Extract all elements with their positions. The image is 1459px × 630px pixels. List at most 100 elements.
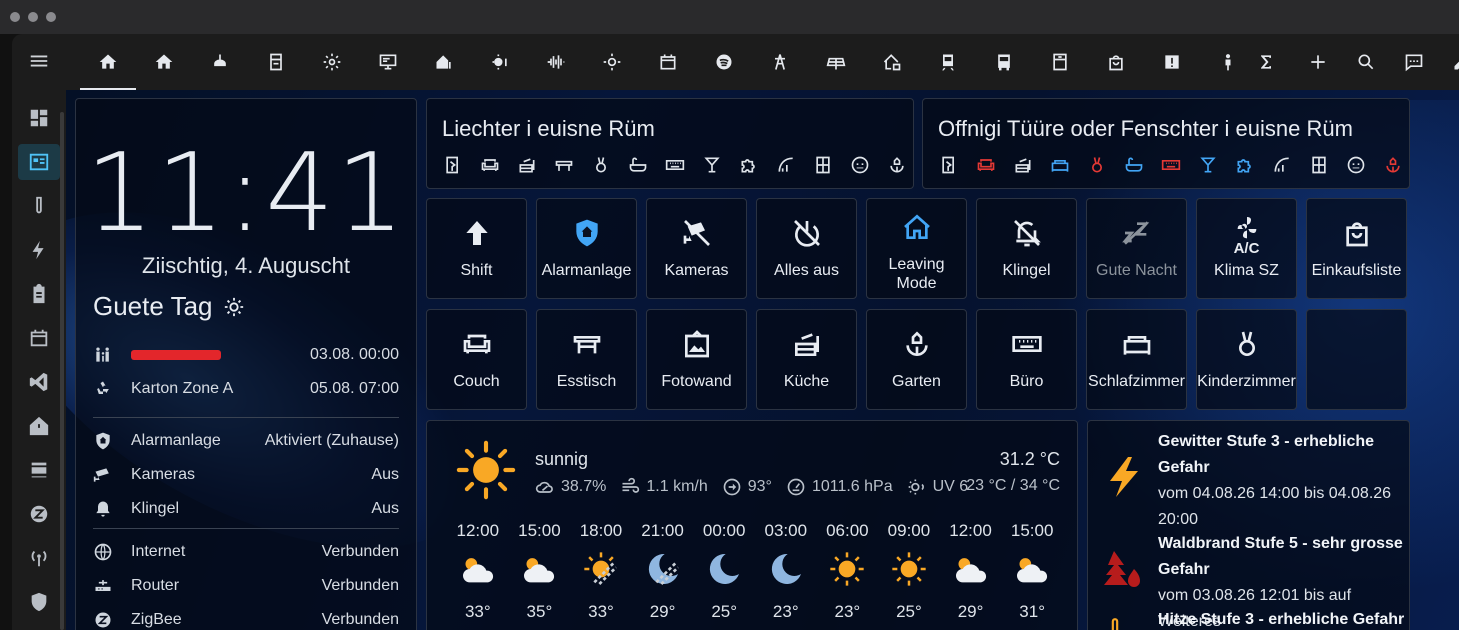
sidebar-item-tests[interactable] — [18, 188, 60, 224]
tab-person[interactable] — [1200, 34, 1256, 90]
maximize-dot[interactable] — [46, 12, 56, 22]
add-button[interactable] — [1294, 34, 1342, 90]
kitchen-button[interactable]: Küche — [756, 309, 857, 410]
warning-item[interactable]: Gewitter Stufe 3 - erhebliche Gefahr vom… — [1158, 429, 1418, 533]
sidebar-item-hass[interactable] — [18, 408, 60, 444]
warning-item[interactable]: Hitze Stufe 3 - erhebliche Gefahr — [1158, 607, 1418, 630]
sidebar-item-network[interactable] — [18, 540, 60, 576]
tab-bus[interactable] — [976, 34, 1032, 90]
tab-waveform[interactable] — [528, 34, 584, 90]
bedroom-button[interactable]: Schlafzimmer — [1086, 309, 1187, 410]
keyboard-icon[interactable] — [665, 155, 685, 175]
tab-home[interactable] — [80, 34, 136, 90]
sofa-icon[interactable] — [976, 155, 996, 175]
cameras-button[interactable]: Kameras — [646, 198, 747, 299]
tab-solar[interactable] — [808, 34, 864, 90]
tab-shopping[interactable] — [1088, 34, 1144, 90]
stove-icon[interactable] — [1013, 155, 1033, 175]
sidebar-item-code[interactable] — [18, 364, 60, 400]
info-row-router[interactable]: Router Verbunden — [93, 571, 399, 601]
tab-spotify[interactable] — [696, 34, 752, 90]
stove-icon[interactable] — [517, 155, 537, 175]
search-button[interactable] — [1342, 34, 1390, 90]
sidebar-item-logbook[interactable] — [18, 276, 60, 312]
info-row-internet[interactable]: Internet Verbunden — [93, 537, 399, 567]
rabbit-icon[interactable] — [591, 155, 611, 175]
bathtub-icon[interactable] — [628, 155, 648, 175]
weather-temperature: 31.2 °C — [999, 449, 1060, 469]
puzzle-icon[interactable] — [739, 155, 759, 175]
dining-table-button[interactable]: Esstisch — [536, 309, 637, 410]
info-row-zigbee[interactable]: ZigBee Verbunden — [93, 605, 399, 630]
tab-train[interactable] — [920, 34, 976, 90]
door-icon[interactable] — [443, 155, 463, 175]
photo-wall-button[interactable]: Fotowand — [646, 309, 747, 410]
sidebar-item-zigbee[interactable] — [18, 496, 60, 532]
alarm-button[interactable]: Alarmanlage — [536, 198, 637, 299]
info-row-waste[interactable]: Karton Zone A 05.08. 07:00 — [93, 374, 399, 404]
access-point-icon — [31, 550, 47, 567]
tab-alerts[interactable] — [1144, 34, 1200, 90]
glass-icon[interactable] — [1198, 155, 1218, 175]
sidebar-item-energy[interactable] — [18, 232, 60, 268]
bed-icon[interactable] — [1050, 155, 1070, 175]
tab-storage[interactable] — [1032, 34, 1088, 90]
couch-button[interactable]: Couch — [426, 309, 527, 410]
edit-button[interactable] — [1438, 34, 1459, 90]
sidebar-item-calendar[interactable] — [18, 320, 60, 356]
stairs-icon[interactable] — [776, 155, 796, 175]
tab-appliances[interactable] — [248, 34, 304, 90]
tab-monitor[interactable] — [360, 34, 416, 90]
tab-settings[interactable] — [304, 34, 360, 90]
office-button[interactable]: Büro — [976, 309, 1077, 410]
menu-icon[interactable] — [28, 50, 50, 72]
puzzle-icon[interactable] — [1235, 155, 1255, 175]
emoticon-icon[interactable] — [1346, 155, 1366, 175]
sidebar-item-hacs[interactable] — [18, 452, 60, 488]
info-row-doorbell[interactable]: Klingel Aus — [93, 494, 399, 524]
bathtub-icon[interactable] — [1124, 155, 1144, 175]
tab-power-tower[interactable] — [752, 34, 808, 90]
tab-house-temp[interactable] — [416, 34, 472, 90]
sidebar-item-security[interactable] — [18, 584, 60, 620]
sidebar-item-overview[interactable] — [18, 100, 60, 136]
sidebar-scrollbar[interactable] — [60, 112, 64, 630]
door-icon[interactable] — [939, 155, 959, 175]
doorbell-button[interactable]: Klingel — [976, 198, 1077, 299]
info-row-alarm[interactable]: Alarmanlage Aktiviert (Zuhause) — [93, 426, 399, 456]
shift-button[interactable]: Shift — [426, 198, 527, 299]
keyboard-icon[interactable] — [1161, 155, 1181, 175]
weather-card[interactable]: sunnig 31.2 °C 23 °C / 34 °C 38.7% 1.1 k… — [426, 420, 1078, 630]
tab-home-lock[interactable] — [864, 34, 920, 90]
garden-button[interactable]: Garten — [866, 309, 967, 410]
info-row-calendar[interactable]: 03.08. 00:00 — [93, 340, 399, 370]
tab-more[interactable] — [1256, 34, 1280, 90]
tab-robot-vacuum[interactable] — [192, 34, 248, 90]
sidebar-item-dashboard[interactable] — [18, 144, 60, 180]
tab-home-2[interactable] — [136, 34, 192, 90]
rabbit-icon[interactable] — [1087, 155, 1107, 175]
tab-sun-temp[interactable] — [472, 34, 528, 90]
flower-icon[interactable] — [887, 155, 907, 175]
glass-icon[interactable] — [702, 155, 722, 175]
all-off-button[interactable]: Alles aus — [756, 198, 857, 299]
emoticon-icon[interactable] — [850, 155, 870, 175]
shopping-list-button[interactable]: Einkaufsliste — [1306, 198, 1407, 299]
tab-brightness[interactable] — [584, 34, 640, 90]
stairs-icon[interactable] — [1272, 155, 1292, 175]
minimize-dot[interactable] — [28, 12, 38, 22]
zigbee-icon — [30, 505, 48, 523]
good-night-button[interactable]: Gute Nacht — [1086, 198, 1187, 299]
leaving-mode-button[interactable]: Leaving Mode — [866, 198, 967, 299]
window-icon[interactable] — [1309, 155, 1329, 175]
kids-room-button[interactable]: Kinderzimmer — [1196, 309, 1297, 410]
info-row-cameras[interactable]: Kameras Aus — [93, 460, 399, 490]
sofa-icon[interactable] — [480, 155, 500, 175]
window-icon[interactable] — [813, 155, 833, 175]
tab-calendar[interactable] — [640, 34, 696, 90]
table-icon[interactable] — [554, 155, 574, 175]
close-dot[interactable] — [10, 12, 20, 22]
climate-button[interactable]: A/C Klima SZ — [1196, 198, 1297, 299]
assist-button[interactable] — [1390, 34, 1438, 90]
flower-icon[interactable] — [1383, 155, 1403, 175]
